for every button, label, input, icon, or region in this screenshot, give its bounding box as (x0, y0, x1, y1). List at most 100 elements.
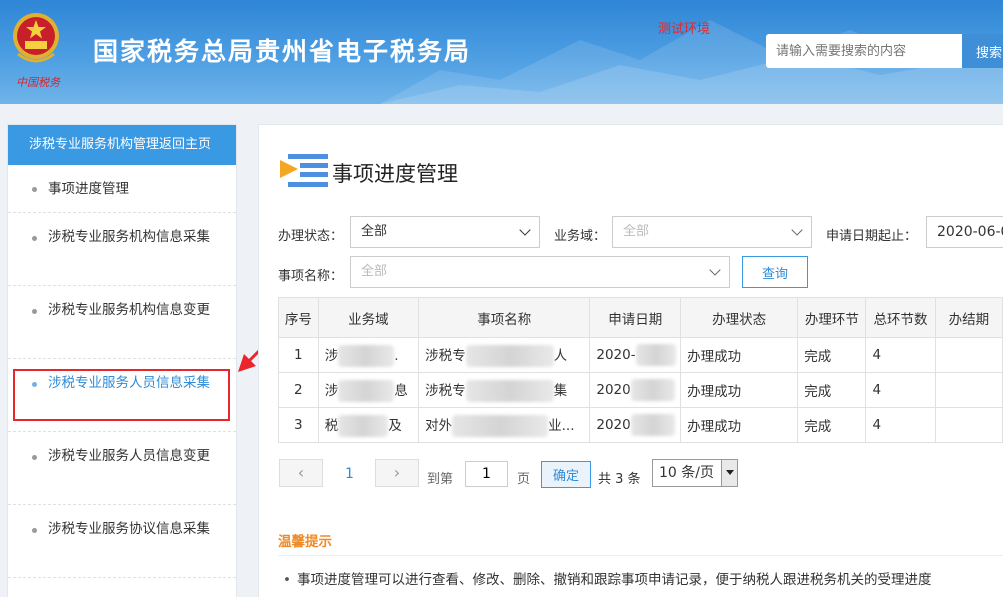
status-cell: 办理成功 (680, 407, 799, 443)
item-text-tail: 集 (553, 382, 568, 399)
table-row[interactable]: 2 涉息 涉税专集 2020 办理成功 完成 4 (278, 372, 1003, 408)
domain-filter-label: 业务域： (554, 229, 607, 244)
query-button[interactable]: 查询 (742, 256, 808, 288)
item-text-tail: 人 (553, 347, 568, 364)
current-page-number[interactable]: 1 (345, 466, 354, 482)
item-cell[interactable]: 涉税专 集 (418, 372, 591, 408)
item-cell[interactable]: 涉税专 人 (418, 337, 591, 373)
redacted-blur (630, 379, 675, 401)
column-header: 序号 (278, 297, 319, 338)
search-input[interactable] (766, 34, 962, 68)
sidebar-item-label: 事项进度管理 (48, 180, 129, 197)
redacted-blur (465, 344, 554, 367)
page-size-select[interactable]: 10 条/页 (652, 459, 738, 487)
sidebar: 涉税专业服务机构管理返回主页 事项进度管理 涉税专业服务机构信息采集 涉税专业服… (7, 124, 237, 597)
row-number: 1 (278, 337, 319, 373)
sidebar-item-label: 涉税专业服务机构信息变更 (48, 302, 210, 318)
search-button[interactable]: 搜索 (962, 34, 1003, 68)
next-page-button[interactable]: › (375, 459, 419, 487)
date-text: 2020 (596, 417, 631, 433)
sidebar-item-label: 涉税专业服务协议信息采集 (48, 521, 210, 537)
step-cell: 完成 (797, 407, 867, 443)
column-header: 业务域 (317, 297, 420, 338)
dropdown-arrow-icon[interactable] (721, 460, 737, 486)
deadline-cell (934, 372, 1003, 408)
goto-confirm-button[interactable]: 确定 (541, 461, 591, 488)
sidebar-item-label: 涉税专业服务机构信息采集 (48, 229, 210, 245)
domain-text: 涉 (324, 347, 339, 364)
item-text-tail: 业... (548, 417, 575, 434)
chevron-down-icon (519, 224, 531, 236)
deadline-cell (934, 337, 1003, 373)
item-text: 涉税专 (425, 347, 466, 364)
date-cell: 2020 (589, 372, 682, 408)
item-select-value: 全部 (361, 264, 388, 279)
domain-text-tail: . (394, 347, 399, 364)
redacted-blur (338, 379, 395, 402)
domain-text: 税 (324, 417, 339, 434)
tax-emblem-icon (13, 13, 59, 63)
page-size-value: 10 条/页 (659, 465, 714, 481)
total-count: 共 3 条 (598, 472, 641, 487)
item-filter-label: 事项名称： (278, 269, 344, 284)
sidebar-header[interactable]: 涉税专业服务机构管理返回主页 (8, 125, 236, 165)
column-header: 办理环节 (797, 297, 867, 338)
sidebar-item-org-change[interactable]: 涉税专业服务机构信息变更 (8, 286, 236, 359)
chevron-down-icon (791, 224, 803, 236)
total-steps-cell: 4 (865, 372, 936, 408)
item-text: 对外 (425, 417, 453, 434)
deadline-cell (934, 407, 1003, 443)
sidebar-item-label: 涉税专业服务人员信息变更 (48, 448, 210, 464)
table-row[interactable]: 1 涉. 涉税专 人 2020- 办理成功 完成 4 (278, 337, 1003, 373)
date-cell: 2020- (589, 337, 682, 373)
tips-title: 温馨提示 (278, 534, 332, 550)
environment-label: 测试环境 (658, 22, 711, 37)
page-title: 事项进度管理 (332, 162, 458, 186)
site-title: 国家税务总局贵州省电子税务局 (93, 37, 472, 66)
column-header: 申请日期 (589, 297, 682, 338)
table-row[interactable]: 3 税及 对外 业... 2020 办理成功 完成 4 (278, 407, 1003, 443)
sidebar-item-org-collect[interactable]: 涉税专业服务机构信息采集 (8, 213, 236, 286)
status-cell: 办理成功 (680, 337, 799, 373)
chevron-down-icon (709, 264, 721, 276)
goto-page-input[interactable] (465, 461, 508, 487)
column-header: 总环节数 (865, 297, 936, 338)
status-select-value: 全部 (361, 224, 388, 239)
column-header: 办结期 (934, 297, 1003, 338)
table-header-row: 序号 业务域 事项名称 申请日期 办理状态 办理环节 总环节数 办结期 (278, 297, 1003, 338)
sidebar-item-agreement-collect[interactable]: 涉税专业服务协议信息采集 (8, 505, 236, 578)
domain-cell: 涉. (317, 337, 420, 373)
status-filter-label: 办理状态： (278, 229, 344, 244)
status-select[interactable]: 全部 (350, 216, 540, 248)
bullet-icon (32, 455, 37, 460)
item-cell[interactable]: 对外 业... (418, 407, 591, 443)
column-header: 事项名称 (418, 297, 591, 338)
date-text: 2020- (596, 347, 636, 363)
redacted-blur (452, 414, 549, 437)
date-cell: 2020 (589, 407, 682, 443)
bullet-icon (32, 236, 37, 241)
sidebar-item-progress[interactable]: 事项进度管理 (8, 165, 236, 213)
sidebar-item-staff-change[interactable]: 涉税专业服务人员信息变更 (8, 432, 236, 505)
date-range-input[interactable]: 2020-06-0 (926, 216, 1003, 248)
tips-divider (278, 555, 1003, 556)
domain-select[interactable]: 全部 (612, 216, 812, 248)
step-cell: 完成 (797, 372, 867, 408)
domain-text: 涉 (324, 382, 339, 399)
item-text: 涉税专 (425, 382, 466, 399)
item-select[interactable]: 全部 (350, 256, 730, 288)
bullet-icon (32, 309, 37, 314)
row-number: 3 (278, 407, 319, 443)
prev-page-button[interactable]: ‹ (279, 459, 323, 487)
bullet-icon (32, 528, 37, 533)
status-cell: 办理成功 (680, 372, 799, 408)
bullet-icon (32, 186, 37, 192)
page-unit-label: 页 (517, 472, 531, 487)
domain-cell: 税及 (317, 407, 420, 443)
redacted-blur (635, 344, 676, 366)
domain-cell: 涉息 (317, 372, 420, 408)
domain-select-value: 全部 (623, 224, 650, 239)
tip-item: 事项进度管理可以进行查看、修改、删除、撤销和跟踪事项申请记录，便于纳税人跟进税务… (283, 568, 932, 588)
annotation-highlight-box (13, 369, 230, 421)
emblem-caption: 中国税务 (16, 76, 60, 89)
